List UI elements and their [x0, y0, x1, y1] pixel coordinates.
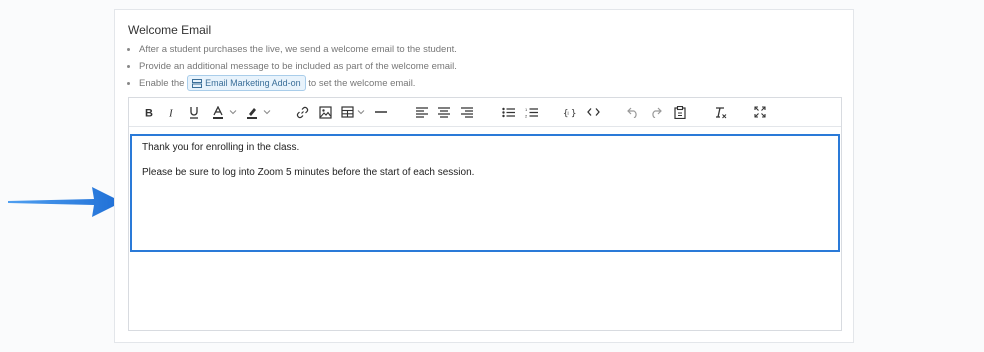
section-title: Welcome Email: [128, 23, 212, 37]
align-center-icon[interactable]: [437, 104, 451, 120]
list-item: Provide an additional message to be incl…: [139, 58, 457, 75]
svg-text:I: I: [168, 108, 174, 119]
addon-icon: [192, 78, 203, 88]
bullet-list-icon[interactable]: [501, 104, 515, 120]
paste-icon[interactable]: [673, 104, 687, 120]
chevron-down-icon[interactable]: [228, 104, 238, 120]
svg-text:}: }: [571, 109, 576, 118]
table-icon[interactable]: [340, 104, 354, 120]
welcome-email-panel: Welcome Email After a student purchases …: [114, 9, 854, 343]
rich-text-editor: B I 12 {i} Thank you for enrolling in th…: [128, 97, 842, 331]
note-suffix: to set the welcome email.: [308, 78, 416, 89]
pointer-arrow-icon: [8, 187, 122, 217]
chevron-down-icon[interactable]: [262, 104, 272, 120]
code-icon[interactable]: [586, 104, 600, 120]
svg-text:i: i: [568, 111, 569, 117]
bold-icon[interactable]: B: [142, 104, 156, 120]
svg-text:2: 2: [525, 113, 528, 118]
editor-content-area[interactable]: Thank you for enrolling in the class. Pl…: [130, 134, 840, 252]
horizontal-rule-icon[interactable]: [374, 104, 388, 120]
align-left-icon[interactable]: [415, 104, 429, 120]
email-marketing-addon-link[interactable]: Email Marketing Add-on: [187, 75, 306, 92]
highlight-icon[interactable]: [245, 104, 259, 120]
editor-paragraph: Thank you for enrolling in the class.: [142, 142, 300, 153]
chevron-down-icon[interactable]: [356, 104, 366, 120]
svg-text:B: B: [145, 108, 153, 119]
redo-icon[interactable]: [649, 104, 663, 120]
svg-text:1: 1: [525, 107, 528, 112]
list-item: Enable the Email Marketing Add-on to set…: [139, 75, 457, 92]
editor-toolbar: B I 12 {i}: [129, 98, 841, 127]
note-prefix: Enable the: [139, 78, 185, 89]
fullscreen-icon[interactable]: [753, 104, 767, 120]
italic-icon[interactable]: I: [165, 104, 179, 120]
undo-icon[interactable]: [626, 104, 640, 120]
numbered-list-icon[interactable]: 12: [524, 104, 538, 120]
align-right-icon[interactable]: [460, 104, 474, 120]
text-color-icon[interactable]: [211, 104, 225, 120]
link-icon[interactable]: [295, 104, 309, 120]
clear-format-icon[interactable]: [713, 104, 727, 120]
list-item: After a student purchases the live, we s…: [139, 41, 457, 58]
notes-list: After a student purchases the live, we s…: [125, 41, 457, 92]
image-icon[interactable]: [318, 104, 332, 120]
underline-icon[interactable]: [187, 104, 201, 120]
editor-paragraph: Please be sure to log into Zoom 5 minute…: [142, 167, 475, 178]
variable-icon[interactable]: {i}: [562, 104, 578, 120]
addon-label: Email Marketing Add-on: [205, 78, 301, 89]
